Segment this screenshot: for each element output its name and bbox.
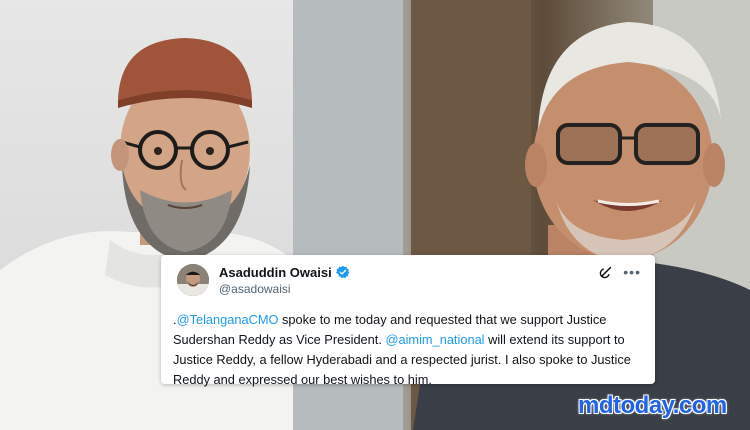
avatar[interactable]: [177, 264, 209, 296]
mention-link[interactable]: @aimim_national: [385, 332, 484, 347]
tweet-header: Asaduddin Owaisi @asadowaisi •••: [173, 262, 643, 298]
more-icon[interactable]: •••: [623, 265, 641, 279]
author-name[interactable]: Asaduddin Owaisi: [219, 265, 332, 280]
author-handle[interactable]: @asadowaisi: [219, 282, 291, 296]
tweet-text: .@TelanganaCMO spoke to me today and req…: [173, 310, 643, 390]
verified-badge-icon: [336, 265, 350, 279]
tweet-actions: •••: [599, 265, 641, 279]
tweet-card[interactable]: Asaduddin Owaisi @asadowaisi ••• .@Telan…: [161, 255, 655, 387]
mention-link[interactable]: @TelanganaCMO: [177, 312, 279, 327]
avatar-image: [177, 264, 209, 296]
grok-icon[interactable]: [599, 265, 613, 279]
site-watermark: mdtoday.com: [578, 392, 727, 419]
